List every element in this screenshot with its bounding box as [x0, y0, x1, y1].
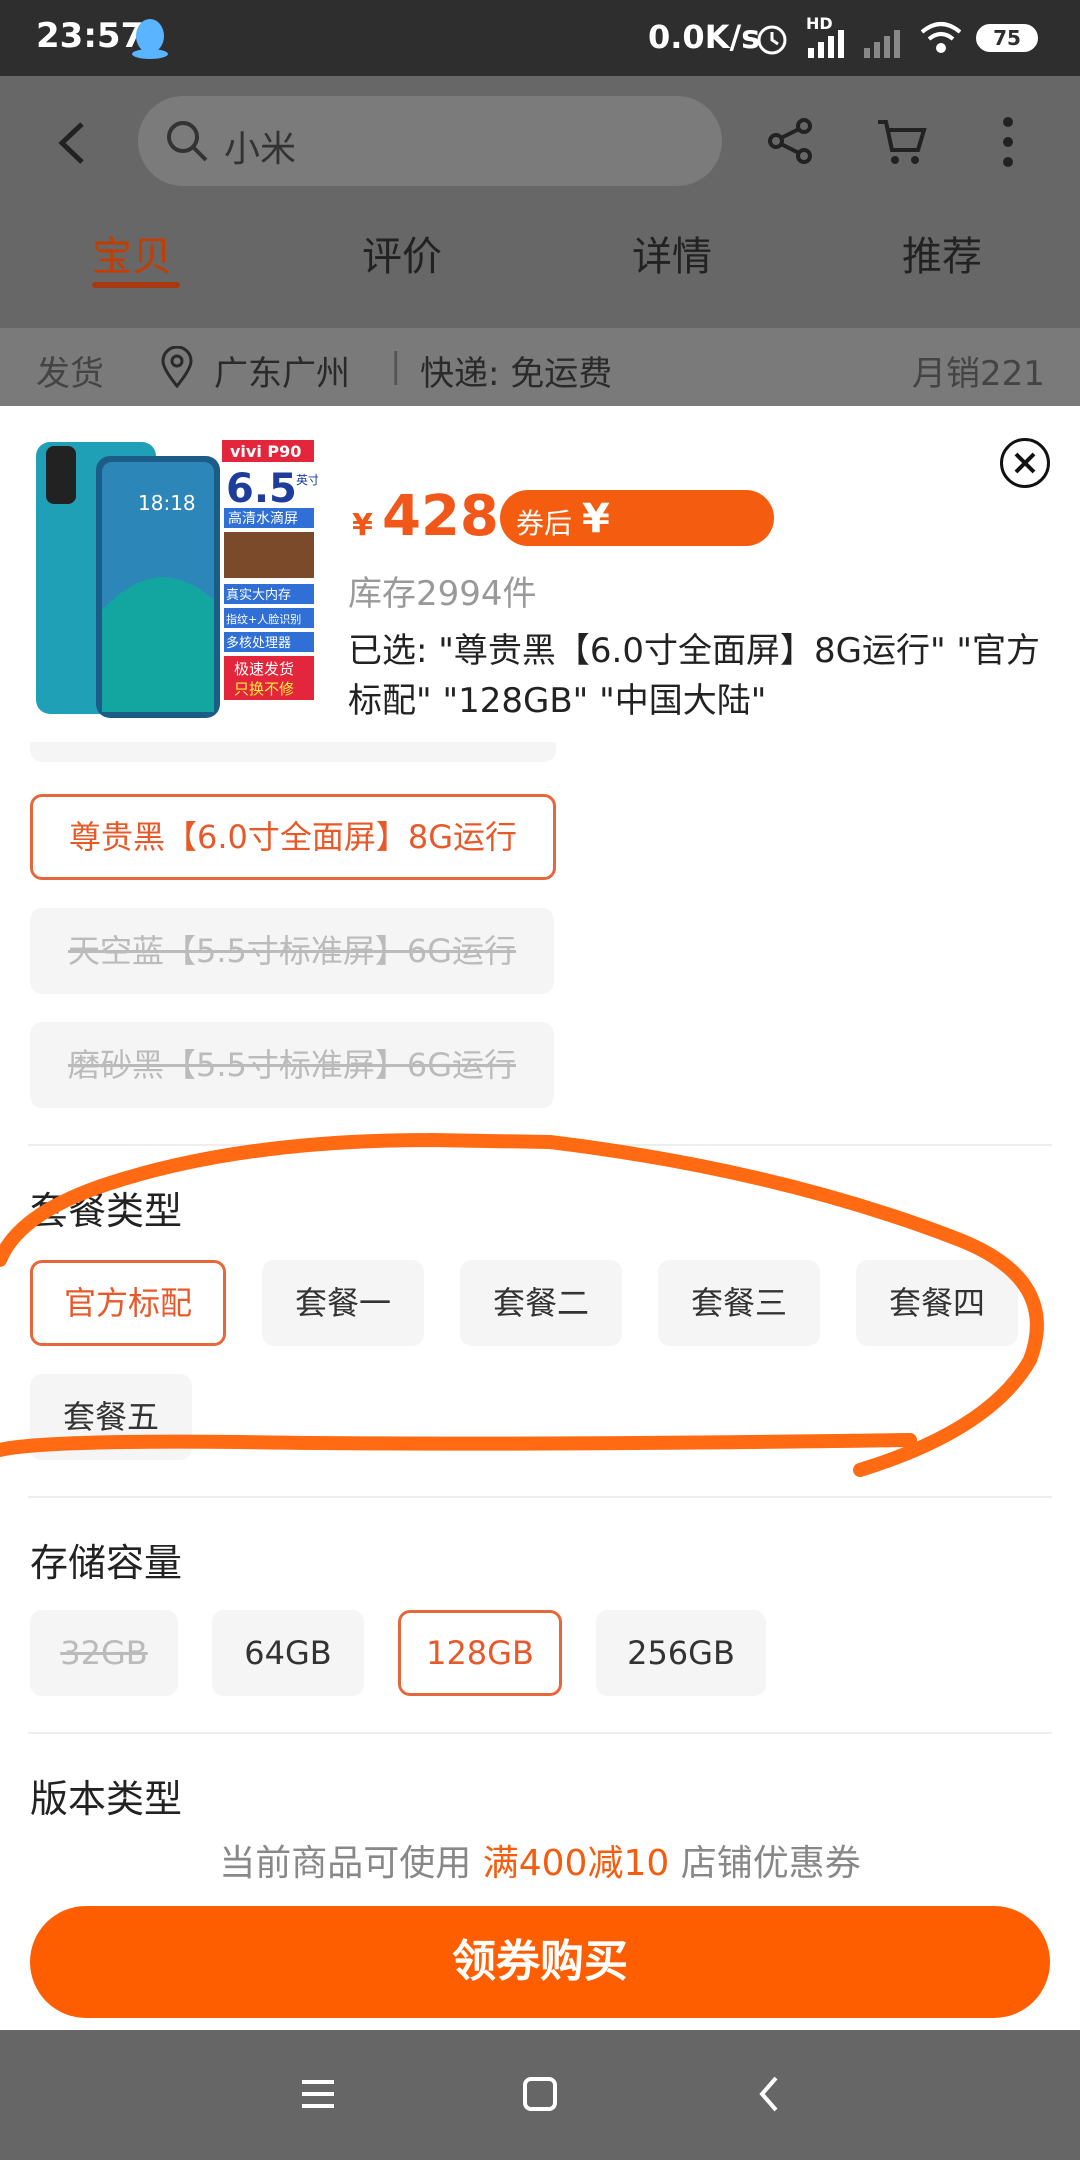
- qq-icon: [132, 19, 168, 59]
- divider: [28, 1496, 1052, 1498]
- phone-screen-clock: 18:18: [138, 491, 196, 515]
- option-color-blue-5-5[interactable]: 天空蓝【5.5寸标准屏】6G运行: [30, 908, 554, 994]
- product-image-size-unit: 英寸: [296, 473, 318, 487]
- version-section-title: 版本类型: [30, 1777, 183, 1821]
- tab-indicator: [92, 282, 180, 288]
- option-color-matte-black-5-5[interactable]: 磨砂黑【5.5寸标准屏】6G运行: [30, 1022, 554, 1108]
- tab-reviews[interactable]: 评价: [362, 224, 442, 282]
- storage-section-title: 存储容量: [30, 1541, 183, 1585]
- coupon-promo-text: 当前商品可使用 满400减10 店铺优惠券: [0, 1834, 1080, 1886]
- product-image-feature-3: 多核处理器: [226, 635, 291, 651]
- network-speed: 0.0K/s: [648, 18, 761, 56]
- promo-highlight: 满400减10: [482, 1843, 670, 1884]
- option-storage-32gb[interactable]: 32GB: [30, 1610, 178, 1696]
- product-image-feature-5: 只换不修: [234, 680, 294, 698]
- shipping-location: 广东广州: [214, 354, 350, 394]
- product-image-feature-1: 真实大内存: [226, 587, 291, 603]
- buy-with-coupon-button[interactable]: 领券购买: [30, 1906, 1050, 2018]
- more-icon[interactable]: [996, 112, 1020, 172]
- shipping-divider: |: [390, 346, 402, 386]
- highlight-annotation: [0, 1133, 1044, 1477]
- product-image-brand: vivi P90: [230, 442, 301, 461]
- search-input[interactable]: 小米: [138, 96, 722, 186]
- option-scrolled-partial: [30, 742, 556, 762]
- product-image-size: 6.5: [226, 466, 297, 512]
- selected-summary: 已选: "尊贵黑【6.0寸全面屏】8G运行" "官方标配" "128GB" "中…: [348, 631, 1041, 721]
- cart-icon[interactable]: [876, 116, 928, 168]
- coupon-label: 券后: [516, 507, 573, 540]
- tab-details[interactable]: 详情: [632, 224, 712, 282]
- share-icon[interactable]: [766, 116, 816, 166]
- signal-weak-icon: [864, 30, 900, 58]
- option-storage-128gb[interactable]: 128GB: [398, 1610, 562, 1696]
- wifi-icon: [920, 22, 962, 53]
- price: 428: [382, 484, 499, 549]
- tab-recommend[interactable]: 推荐: [902, 224, 982, 282]
- stock-count: 库存2994件: [348, 574, 537, 614]
- product-image-feature-2: 指纹+人脸识别: [226, 612, 301, 626]
- promo-suffix: 店铺优惠券: [680, 1843, 861, 1884]
- price-symbol: ¥: [352, 508, 373, 543]
- coupon-price: ¥ 418.00: [582, 496, 737, 588]
- search-icon: [167, 121, 208, 162]
- system-nav-bar: [0, 2030, 1080, 2160]
- tab-baobei[interactable]: 宝贝: [92, 224, 172, 282]
- promo-prefix: 当前商品可使用: [219, 1843, 472, 1884]
- shipping-bar: 发货 广东广州 | 快递: 免运费 月销221: [0, 328, 1080, 406]
- product-image: 18:18 vivi P90 6.5 英寸 高清水滴屏 真实大内存 指纹+人脸识…: [36, 440, 318, 718]
- coupon-price-badge: 券后 ¥ 418.00: [500, 490, 774, 588]
- product-image-screen: 高清水滴屏: [228, 510, 298, 527]
- monthly-sales: 月销221: [912, 354, 1045, 394]
- option-storage-256gb[interactable]: 256GB: [596, 1610, 766, 1696]
- option-color-black-6[interactable]: 尊贵黑【6.0寸全面屏】8G运行: [30, 794, 556, 880]
- shipping-label: 发货: [36, 354, 104, 394]
- back-icon[interactable]: [52, 118, 92, 168]
- signal-icon: [808, 30, 844, 58]
- alarm-icon: [757, 25, 787, 55]
- home-icon[interactable]: [520, 2074, 560, 2114]
- close-icon[interactable]: [1000, 438, 1050, 488]
- location-icon: [161, 346, 193, 388]
- search-placeholder: 小米: [224, 129, 297, 170]
- divider: [28, 1732, 1052, 1734]
- nav-back-icon[interactable]: [754, 2074, 784, 2114]
- menu-icon[interactable]: [298, 2076, 338, 2112]
- option-storage-64gb[interactable]: 64GB: [212, 1610, 364, 1696]
- shipping-delivery: 快递: 免运费: [420, 354, 613, 394]
- status-bar: 23:57 0.0K/s HD 75: [0, 0, 1080, 76]
- product-image-feature-4: 极速发货: [234, 660, 294, 678]
- battery-indicator: 75: [976, 24, 1038, 52]
